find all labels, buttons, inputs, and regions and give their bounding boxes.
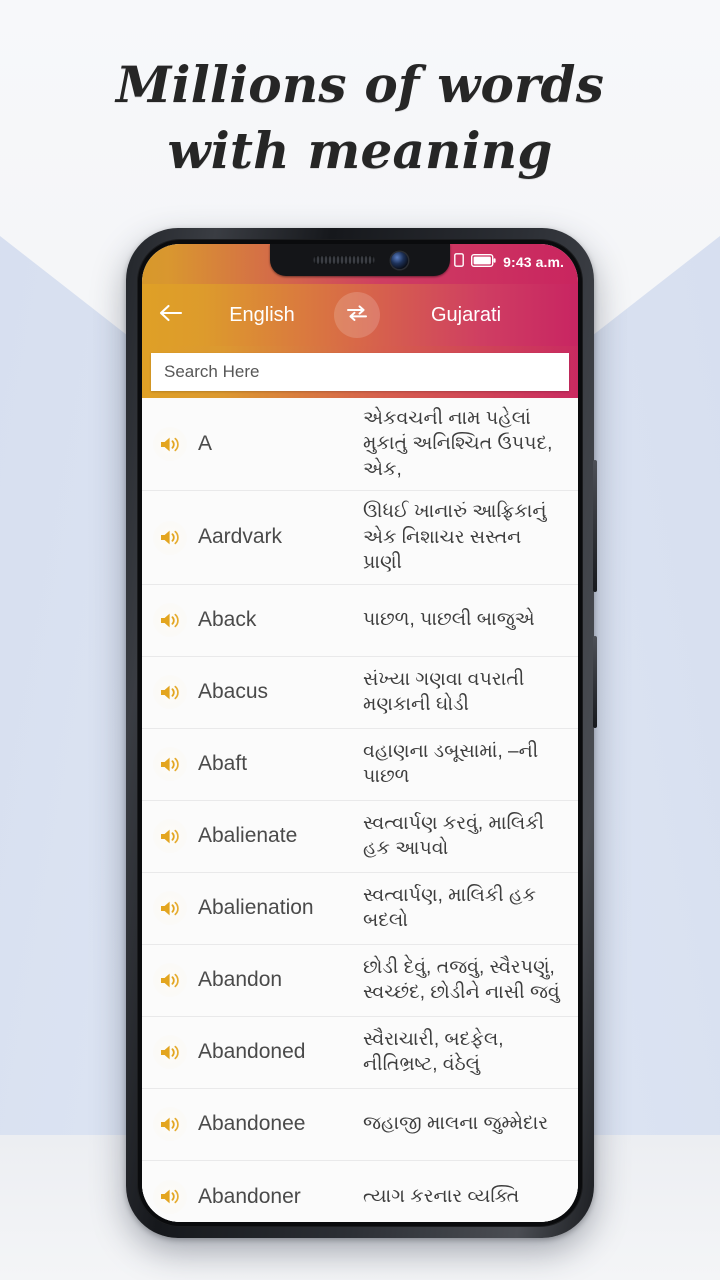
speaker-icon — [153, 1179, 187, 1214]
dictionary-row[interactable]: Abacus સંખ્યા ગણવા વપરાતી મણકાની ઘોડી — [142, 656, 578, 729]
play-pronunciation-button[interactable] — [142, 1179, 198, 1214]
speaker-icon — [153, 963, 187, 998]
dictionary-row[interactable]: Abandonee જહાજી માલના જુમ્મેદાર — [142, 1088, 578, 1161]
play-pronunciation-button[interactable] — [142, 675, 198, 710]
entry-word: Abacus — [198, 680, 269, 704]
swap-horizontal-icon — [345, 303, 369, 328]
speaker-icon — [153, 1107, 187, 1142]
app-bar: English Gujarati — [142, 284, 578, 346]
power-button[interactable] — [593, 636, 597, 728]
phone-mockup: 9:43 a.m. English Gujarati Search Here A… — [126, 228, 597, 1238]
headline: Millions of words with meaning — [0, 52, 720, 184]
status-bar-right: 9:43 a.m. — [430, 244, 578, 270]
dictionary-row[interactable]: Abandoner ત્યાગ કરનાર વ્યક્તિ — [142, 1160, 578, 1222]
search-bar — [142, 346, 578, 398]
dictionary-row[interactable]: Abalienation સ્વત્વાર્પણ, માલિકી હક બદલો — [142, 872, 578, 945]
dictionary-row[interactable]: Abandon છોડી દેવું, તજવું, સ્વૈરપણું, સ્વ… — [142, 944, 578, 1017]
entry-word: Aardvark — [198, 525, 283, 549]
entry-word: Abaft — [198, 752, 248, 776]
play-pronunciation-button[interactable] — [142, 963, 198, 998]
dictionary-row[interactable]: Aback પાછળ, પાછલી બાજુએ — [142, 584, 578, 657]
speaker-icon — [153, 603, 187, 638]
phone-notch — [270, 244, 450, 276]
speaker-icon — [153, 1035, 187, 1070]
sim-card-icon — [454, 253, 465, 270]
play-pronunciation-button[interactable] — [142, 603, 198, 638]
speaker-icon — [153, 819, 187, 854]
dictionary-list[interactable]: A એકવચની નામ પહેલાં મુકાતું અનિશ્ચિત ઉપપદ… — [142, 398, 578, 1222]
speaker-icon — [153, 891, 187, 926]
entry-word: A — [198, 432, 213, 456]
entry-meaning: સ્વત્વાર્પણ કરવું, માલિકી હક આપવો — [363, 812, 545, 860]
speaker-icon — [153, 747, 187, 782]
headline-line-2: with meaning — [167, 121, 553, 180]
play-pronunciation-button[interactable] — [142, 891, 198, 926]
entry-word: Abalienation — [198, 896, 314, 920]
entry-meaning: સ્વૈરાચારી, બદફેલ, નીતિભ્રષ્ટ, વંઠેલું — [363, 1028, 504, 1076]
entry-meaning: વહાણના ડબૂસામાં, –ની પાછળ — [363, 740, 539, 788]
entry-meaning: જહાજી માલના જુમ્મેદાર — [363, 1113, 549, 1135]
dictionary-row[interactable]: Abalienate સ્વત્વાર્પણ કરવું, માલિકી હક આ… — [142, 800, 578, 873]
entry-meaning: પાછળ, પાછલી બાજુએ — [363, 609, 535, 631]
headline-line-1: Millions of words — [115, 55, 605, 114]
entry-word: Abandon — [198, 968, 283, 992]
front-camera-icon — [390, 251, 408, 269]
entry-meaning: ત્યાગ કરનાર વ્યક્તિ — [363, 1185, 520, 1207]
speaker-icon — [153, 675, 187, 710]
search-input[interactable] — [151, 353, 569, 391]
entry-meaning: ઊધઈ ખાનારું આફ્રિકાનું એક નિશાચર સસ્તન પ… — [363, 501, 547, 574]
entry-word: Abandoner — [198, 1184, 301, 1208]
entry-word: Aback — [198, 608, 257, 632]
play-pronunciation-button[interactable] — [142, 1035, 198, 1070]
status-bar: 9:43 a.m. — [142, 244, 578, 284]
play-pronunciation-button[interactable] — [142, 1107, 198, 1142]
target-language-label[interactable]: Gujarati — [388, 304, 578, 327]
play-pronunciation-button[interactable] — [142, 819, 198, 854]
source-language-label[interactable]: English — [198, 304, 326, 327]
phone-screen: 9:43 a.m. English Gujarati Search Here A… — [142, 244, 578, 1222]
swap-languages-button[interactable] — [334, 292, 380, 338]
speaker-icon — [153, 520, 187, 555]
play-pronunciation-button[interactable] — [142, 520, 198, 555]
dictionary-row[interactable]: A એકવચની નામ પહેલાં મુકાતું અનિશ્ચિત ઉપપદ… — [142, 398, 578, 492]
back-button[interactable] — [142, 303, 198, 328]
status-bar-time: 9:43 a.m. — [503, 253, 564, 270]
entry-word: Abalienate — [198, 824, 298, 848]
dictionary-row[interactable]: Aardvark ઊધઈ ખાનારું આફ્રિકાનું એક નિશાચર… — [142, 491, 578, 585]
earpiece-speaker-icon — [312, 256, 375, 264]
play-pronunciation-button[interactable] — [142, 747, 198, 782]
dictionary-row[interactable]: Abaft વહાણના ડબૂસામાં, –ની પાછળ — [142, 728, 578, 801]
volume-button[interactable] — [593, 460, 597, 592]
phone-bezel: 9:43 a.m. English Gujarati Search Here A… — [137, 239, 583, 1227]
back-arrow-icon — [158, 303, 183, 328]
entry-meaning: સ્વત્વાર્પણ, માલિકી હક બદલો — [363, 884, 536, 932]
battery-full-icon — [471, 253, 496, 270]
speaker-icon — [153, 427, 187, 462]
dictionary-row[interactable]: Abandoned સ્વૈરાચારી, બદફેલ, નીતિભ્રષ્ટ, … — [142, 1016, 578, 1089]
entry-meaning: છોડી દેવું, તજવું, સ્વૈરપણું, સ્વચ્છંદ, … — [363, 956, 560, 1004]
play-pronunciation-button[interactable] — [142, 427, 198, 462]
entry-word: Abandonee — [198, 1112, 306, 1136]
entry-meaning: સંખ્યા ગણવા વપરાતી મણકાની ઘોડી — [363, 668, 525, 716]
entry-meaning: એકવચની નામ પહેલાં મુકાતું અનિશ્ચિત ઉપપદ,… — [363, 408, 553, 480]
entry-word: Abandoned — [198, 1040, 306, 1064]
